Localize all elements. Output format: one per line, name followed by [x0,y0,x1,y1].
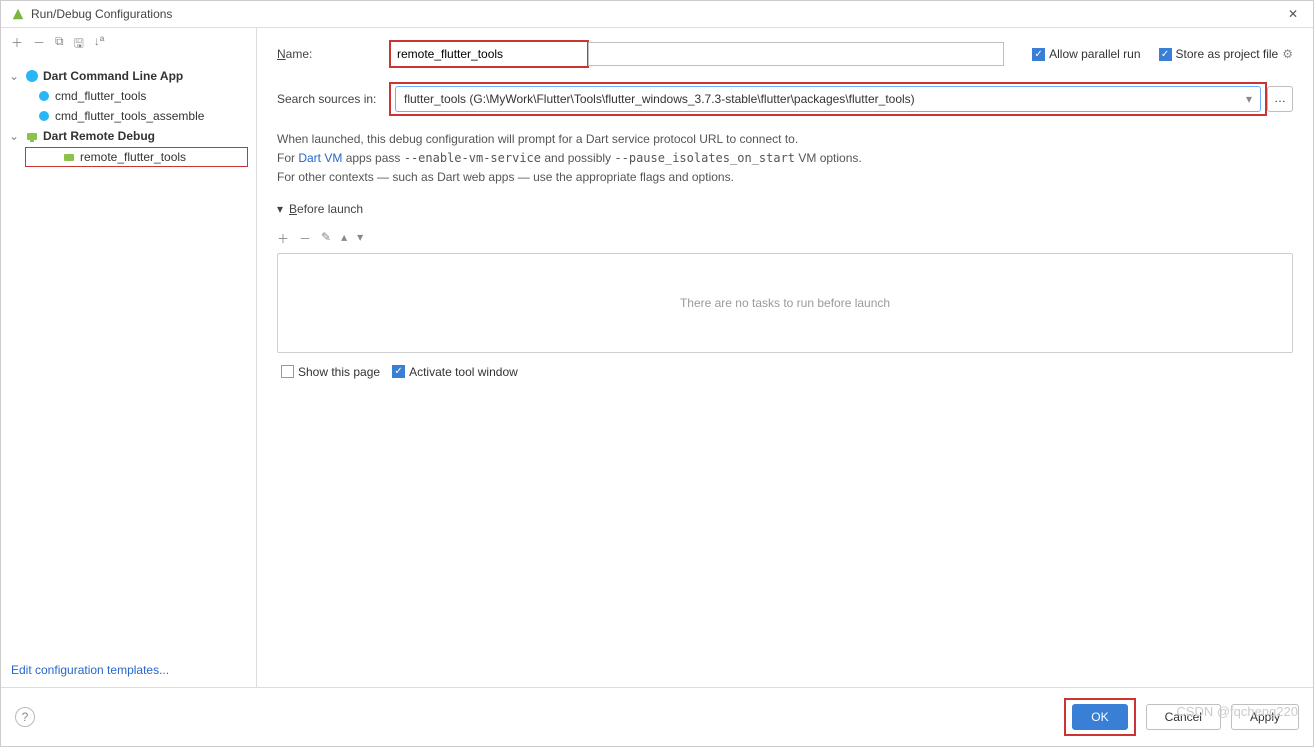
search-sources-combo[interactable]: flutter_tools (G:\MyWork\Flutter\Tools\f… [395,86,1261,112]
window-title: Run/Debug Configurations [31,7,1283,21]
remote-debug-icon [62,150,76,164]
chevron-down-icon: ▾ [1246,92,1252,106]
close-icon[interactable]: ✕ [1283,7,1303,21]
checkmark-icon: ✓ [392,365,405,378]
chevron-down-icon: ⌄ [9,129,21,143]
main-panel: Name: ✓ Allow parallel run ✓ Store as pr… [257,28,1313,687]
checkmark-icon: ✓ [1032,48,1045,61]
config-sidebar: ＋ － ⧉ 🖫 ↓ª ⌄ Dart Command Line App cmd_f… [1,28,257,687]
add-task-icon[interactable]: ＋ [277,230,289,247]
checkbox-empty-icon: ✓ [281,365,294,378]
gear-icon[interactable]: ⚙ [1282,47,1293,61]
move-up-icon[interactable]: ▴ [341,230,347,247]
apply-button[interactable]: Apply [1231,704,1299,730]
dart-icon [25,69,39,83]
info-text: When launched, this debug configuration … [277,130,1293,188]
sort-config-icon[interactable]: ↓ª [94,34,104,55]
help-icon[interactable]: ? [15,707,35,727]
remove-config-icon[interactable]: － [33,34,45,55]
before-launch-toolbar: ＋ － ✎ ▴ ▾ [277,224,1293,253]
show-this-page-checkbox[interactable]: ✓ Show this page [281,365,380,379]
remove-task-icon[interactable]: － [299,230,311,247]
add-config-icon[interactable]: ＋ [11,34,23,55]
chevron-down-icon: ⌄ [9,69,21,83]
browse-button[interactable]: … [1267,86,1293,112]
before-launch-list: There are no tasks to run before launch [277,253,1293,353]
title-bar: Run/Debug Configurations ✕ [1,1,1313,28]
store-as-file-checkbox[interactable]: ✓ Store as project file [1159,47,1279,61]
tree-item-remote-flutter-tools[interactable]: remote_flutter_tools [25,147,248,167]
app-icon [11,7,25,21]
search-sources-highlight: flutter_tools (G:\MyWork\Flutter\Tools\f… [389,82,1267,116]
activate-tool-window-checkbox[interactable]: ✓ Activate tool window [392,365,518,379]
dart-icon [37,109,51,123]
ok-button[interactable]: OK [1072,704,1127,730]
ok-highlight: OK [1064,698,1135,736]
tree-item-cmd-flutter-tools-assemble[interactable]: cmd_flutter_tools_assemble [1,106,256,126]
no-tasks-placeholder: There are no tasks to run before launch [680,296,890,310]
name-highlight [389,40,589,68]
dialog-footer: ? OK Cancel Apply [1,687,1313,746]
tree-group-dart-cli[interactable]: ⌄ Dart Command Line App [1,66,256,86]
config-tree[interactable]: ⌄ Dart Command Line App cmd_flutter_tool… [1,62,256,653]
dart-vm-link[interactable]: Dart VM [298,151,342,165]
remote-debug-icon [25,129,39,143]
name-label: Name: [277,47,389,61]
search-sources-label: Search sources in: [277,92,389,106]
name-input[interactable] [391,42,587,66]
checkmark-icon: ✓ [1159,48,1172,61]
dart-icon [37,89,51,103]
tree-group-dart-remote[interactable]: ⌄ Dart Remote Debug [1,126,256,146]
copy-config-icon[interactable]: ⧉ [55,34,64,55]
edit-templates-link[interactable]: Edit configuration templates... [11,663,169,677]
move-down-icon[interactable]: ▾ [357,230,363,247]
cancel-button[interactable]: Cancel [1146,704,1221,730]
save-config-icon[interactable]: 🖫 [74,34,84,55]
before-launch-header[interactable]: ▾ Before launch [277,202,1293,216]
allow-parallel-checkbox[interactable]: ✓ Allow parallel run [1032,47,1140,61]
tree-item-cmd-flutter-tools[interactable]: cmd_flutter_tools [1,86,256,106]
name-input-ext[interactable] [588,42,1004,66]
chevron-down-icon: ▾ [277,202,283,216]
edit-task-icon[interactable]: ✎ [321,230,331,247]
sidebar-toolbar: ＋ － ⧉ 🖫 ↓ª [1,28,256,62]
